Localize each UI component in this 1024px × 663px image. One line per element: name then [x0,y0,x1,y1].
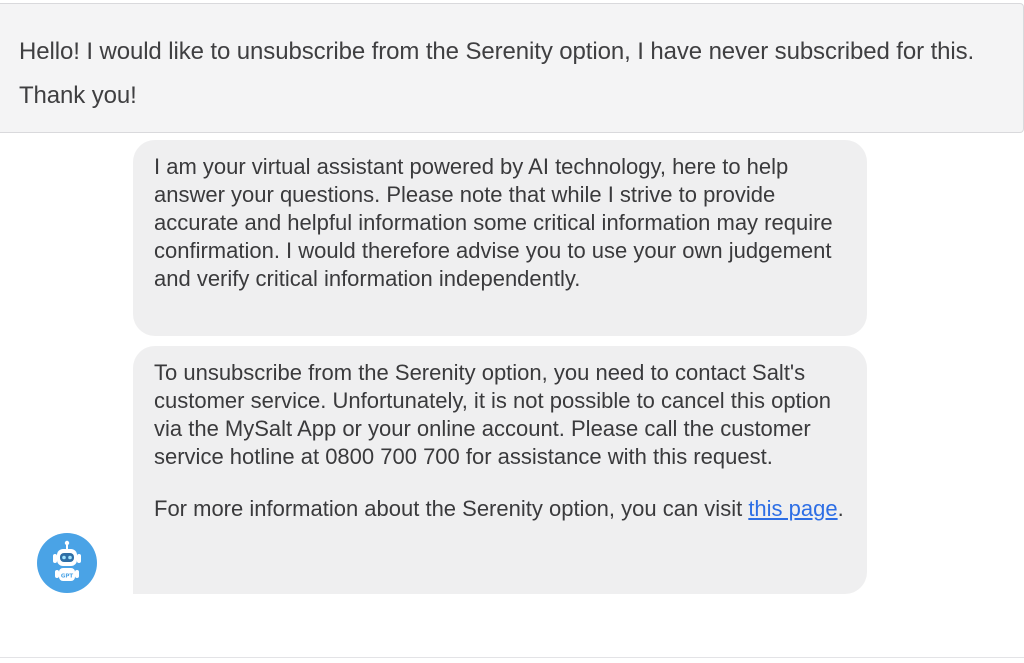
more-info-suffix: . [837,496,844,521]
disclaimer-text: I am your virtual assistant powered by A… [154,154,833,291]
assistant-answer-message: To unsubscribe from the Serenity option,… [133,346,867,594]
divider [0,657,1024,658]
robot-icon: GPT [53,540,81,581]
user-message: Hello! I would like to unsubscribe from … [0,3,1024,133]
user-message-text: Hello! I would like to unsubscribe from … [19,38,975,109]
answer-text: To unsubscribe from the Serenity option,… [154,360,832,469]
more-info-text: For more information about the Serenity … [154,495,847,523]
more-info-prefix: For more information about the Serenity … [154,496,749,521]
avatar-badge-text: GPT [61,574,74,580]
this-page-link[interactable]: this page [748,496,837,521]
assistant-disclaimer-message: I am your virtual assistant powered by A… [133,140,867,336]
assistant-avatar: GPT [37,533,97,593]
